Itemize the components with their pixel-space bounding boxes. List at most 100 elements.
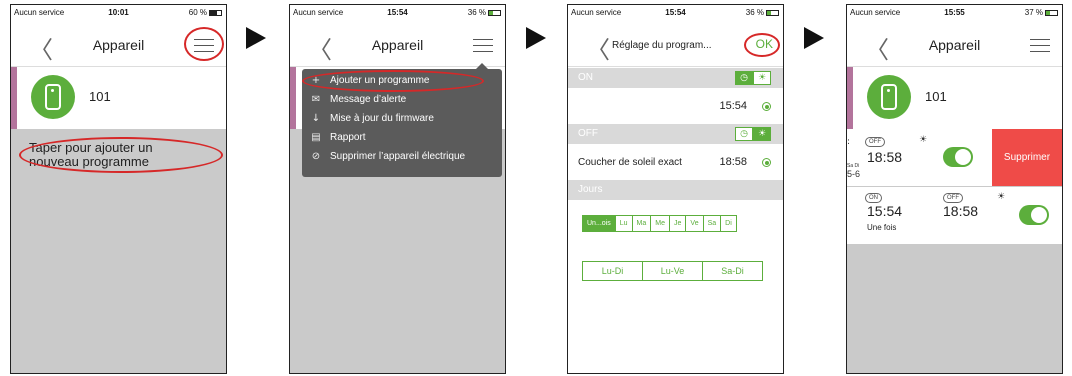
cut-day-bottom: 5-6 (847, 169, 861, 179)
hamburger-menu-icon[interactable] (473, 39, 493, 53)
nav-bar: 〈 Réglage du program... OK (568, 19, 783, 67)
battery-indicator: 36 % (746, 8, 779, 17)
nav-bar: 〈 Appareil (290, 19, 505, 67)
next-step-arrow-icon (526, 27, 546, 49)
battery-indicator: 37 % (1025, 8, 1058, 17)
clock-icon[interactable]: ◷ (735, 71, 753, 85)
on-section-label: ON (578, 72, 593, 83)
battery-icon (766, 9, 779, 16)
clock-icon[interactable]: ◷ (735, 127, 753, 141)
off-time: 18:58 (943, 203, 979, 219)
off-section-label: OFF (578, 128, 598, 139)
battery-icon (1045, 9, 1058, 16)
on-time-value: 15:54 (719, 100, 747, 112)
battery-percent: 37 % (1024, 8, 1043, 17)
battery-icon (209, 9, 222, 16)
menu-item-label: Message d’alerte (330, 94, 407, 105)
program-toggle[interactable] (943, 147, 973, 167)
device-row[interactable]: 101 (847, 67, 1062, 129)
repeat-label: Une fois (867, 223, 897, 232)
battery-icon (488, 9, 501, 16)
range-mon-fri[interactable]: Lu-Ve (642, 261, 703, 281)
delete-icon: ⊘ (311, 151, 321, 162)
delete-button[interactable]: Supprimer (992, 129, 1062, 186)
menu-item-label: Mise à jour du firmware (330, 113, 434, 124)
battery-percent: 36 % (467, 8, 486, 17)
off-time-row[interactable]: Coucher de soleil exact 18:58 (568, 144, 783, 180)
off-radio[interactable] (762, 158, 771, 167)
sun-icon[interactable]: ☀ (753, 71, 771, 85)
program-toggle[interactable] (1019, 205, 1049, 225)
off-tag: OFF (865, 137, 885, 147)
menu-item-firmware-update[interactable]: ↓ Mise à jour du firmware (302, 109, 502, 128)
day-range-selector: Lu-Di Lu-Ve Sa-Di (582, 261, 763, 281)
on-radio[interactable] (762, 102, 771, 111)
status-bar: Aucun service 15:54 36 % (568, 5, 783, 19)
page-title: Réglage du program... (612, 40, 712, 51)
message-icon: ✉ (311, 94, 321, 105)
menu-item-report[interactable]: ▤ Rapport (302, 128, 502, 147)
range-mon-sun[interactable]: Lu-Di (582, 261, 643, 281)
nav-bar: 〈 Appareil (11, 19, 226, 67)
off-mode-toggle[interactable]: ◷ ☀ (735, 127, 771, 141)
day-thu[interactable]: Je (669, 215, 687, 232)
back-chevron-icon[interactable]: 〈 (586, 30, 610, 65)
menu-item-alert-message[interactable]: ✉ Message d’alerte (302, 90, 502, 109)
day-tue[interactable]: Ma (631, 215, 652, 232)
next-step-arrow-icon (804, 27, 824, 49)
day-sat[interactable]: Sa (702, 215, 722, 232)
menu-item-delete-device[interactable]: ⊘ Supprimer l’appareil électrique (302, 147, 502, 166)
battery-indicator: 60 % (189, 8, 222, 17)
sun-icon: ☀ (997, 192, 1006, 202)
add-program-area[interactable]: Taper pour ajouter un nouveau programme (11, 129, 226, 373)
on-time: 15:54 (867, 203, 903, 219)
days-section-header: Jours (568, 180, 783, 200)
phone-screen-3: Aucun service 15:54 36 % 〈 Réglage du pr… (567, 4, 784, 374)
program-row-swiped[interactable]: : Sa Di 5-6 OFF 18:58 ☀ Supprimer (847, 129, 1062, 186)
day-once[interactable]: Un...ois (582, 215, 616, 232)
battery-indicator: 36 % (468, 8, 501, 17)
report-icon: ▤ (311, 132, 321, 143)
sun-icon: ☀ (919, 135, 928, 145)
menu-item-label: Supprimer l’appareil électrique (330, 151, 466, 162)
off-time: 18:58 (867, 149, 903, 165)
plug-icon (31, 75, 75, 119)
battery-percent: 36 % (745, 8, 764, 17)
day-fri[interactable]: Ve (685, 215, 704, 232)
highlight-ellipse (744, 33, 780, 57)
days-section-label: Jours (578, 184, 603, 195)
sun-icon[interactable]: ☀ (753, 127, 771, 141)
off-section-header: OFF ◷ ☀ (568, 124, 783, 144)
program-row[interactable]: ON 15:54 Une fois OFF 18:58 ☀ (847, 187, 1062, 244)
phone-screen-2: Aucun service 15:54 36 % 〈 Appareil + Ajo… (289, 4, 506, 374)
day-mon[interactable]: Lu (614, 215, 633, 232)
hamburger-menu-icon[interactable] (1030, 39, 1050, 53)
status-bar: Aucun service 10:01 60 % (11, 5, 226, 19)
device-name: 101 (89, 89, 111, 104)
day-wed[interactable]: Me (650, 215, 670, 232)
on-mode-toggle[interactable]: ◷ ☀ (735, 71, 771, 85)
battery-percent: 60 % (188, 8, 207, 17)
range-sat-sun[interactable]: Sa-Di (702, 261, 763, 281)
highlight-ellipse (302, 70, 484, 92)
highlight-ellipse (184, 27, 224, 61)
day-sun[interactable]: Di (720, 215, 737, 232)
status-bar: Aucun service 15:55 37 % (847, 5, 1062, 19)
device-row[interactable]: 101 (11, 67, 226, 129)
download-icon: ↓ (311, 113, 321, 124)
off-time-value: 18:58 (719, 156, 747, 168)
device-name: 101 (925, 89, 947, 104)
on-tag: ON (865, 193, 882, 203)
plug-icon (867, 75, 911, 119)
highlight-ellipse (19, 137, 223, 173)
sun-icon: : (847, 137, 851, 147)
tutorial-strip: Aucun service 10:01 60 % 〈 Appareil 101 … (0, 0, 1072, 376)
on-section-header: ON ◷ ☀ (568, 68, 783, 88)
next-step-arrow-icon (246, 27, 266, 49)
phone-screen-4: Aucun service 15:55 37 % 〈 Appareil 101 … (846, 4, 1063, 374)
on-time-row[interactable]: 15:54 (568, 88, 783, 124)
menu-item-label: Rapport (330, 132, 366, 143)
sunset-label: Coucher de soleil exact (578, 157, 682, 168)
off-tag: OFF (943, 193, 963, 203)
nav-bar: 〈 Appareil (847, 19, 1062, 67)
